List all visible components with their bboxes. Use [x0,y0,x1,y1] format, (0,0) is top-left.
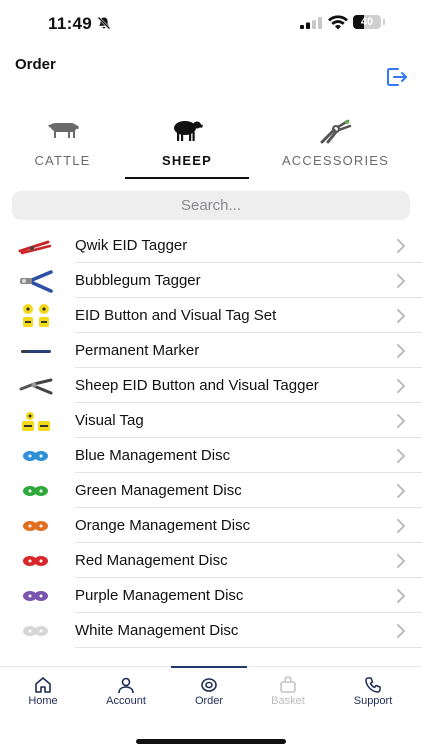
active-nav-indicator [171,666,247,668]
status-time: 11:49 [48,14,93,33]
active-tab-indicator [125,177,249,179]
product-name: Bubblegum Tagger [75,272,201,289]
cow-icon [47,123,79,138]
nav-order[interactable]: Order [169,676,249,716]
yellow-visual-tag-icon [22,412,50,431]
chevron-right-icon [397,589,405,603]
list-item[interactable]: Visual Tag [0,403,422,438]
phone-icon [365,677,381,693]
product-name: Permanent Marker [75,342,200,359]
basket-icon [280,676,296,693]
blue-disc-icon [23,451,48,461]
order-icon [201,678,217,692]
chevron-right-icon [397,239,405,253]
chevron-right-icon [397,554,405,568]
battery-level: 40 [360,16,374,28]
marker-icon [21,350,51,353]
white-disc-icon [23,626,48,636]
nav-label: Account [106,695,146,707]
chevron-right-icon [397,414,405,428]
nav-label: Order [194,695,224,707]
list-item[interactable]: Blue Management Disc [0,438,422,473]
product-name: Blue Management Disc [75,447,231,464]
wifi-icon [328,15,348,30]
home-indicator [136,739,286,744]
list-item[interactable]: Red Management Disc [0,543,422,578]
list-item[interactable]: Qwik EID Tagger [0,228,422,263]
product-name: White Management Disc [75,622,239,639]
product-name: Purple Management Disc [75,587,244,604]
tab-label: CATTLE [34,153,91,168]
nav-label: Support [353,695,393,707]
nav-support[interactable]: Support [333,676,413,716]
nav-account[interactable]: Account [86,676,166,716]
nav-label: Basket [271,695,305,707]
list-item[interactable]: Sheep EID Button and Visual Tagger [0,368,422,403]
home-icon [35,677,51,693]
chevron-right-icon [397,379,405,393]
chevron-right-icon [397,309,405,323]
yellow-tag-set-icon [23,304,49,327]
battery-indicator: 40 [353,15,381,29]
red-tagger-icon [18,240,52,255]
product-name: Red Management Disc [75,552,228,569]
status-bar: 11:49 40 [0,0,422,44]
product-name: Sheep EID Button and Visual Tagger [75,377,319,394]
nav-home[interactable]: Home [3,676,83,716]
product-name: Orange Management Disc [75,517,251,534]
list-item[interactable]: Orange Management Disc [0,508,422,543]
sheep-icon [174,121,203,141]
red-disc-icon [23,556,48,566]
nav-label: Home [28,695,58,707]
blue-tagger-icon [20,270,53,293]
chevron-right-icon [397,484,405,498]
list-item[interactable]: White Management Disc [0,613,422,648]
green-disc-icon [23,486,48,496]
chevron-right-icon [397,519,405,533]
nav-basket[interactable]: Basket [248,676,328,716]
orange-disc-icon [23,521,48,531]
list-item[interactable]: EID Button and Visual Tag Set [0,298,422,333]
tab-sheep[interactable]: SHEEP [125,112,249,180]
list-item[interactable]: Permanent Marker [0,333,422,368]
product-name: EID Button and Visual Tag Set [75,307,277,324]
bell-muted-icon [97,16,111,30]
product-name: Visual Tag [75,412,144,429]
chevron-right-icon [397,624,405,638]
tab-label: SHEEP [161,153,213,168]
tab-accessories[interactable]: ACCESSORIES [249,112,422,180]
pliers-icon [320,119,351,144]
purple-disc-icon [23,591,48,601]
battery-cap [383,19,385,25]
tab-label: ACCESSORIES [281,153,390,168]
logout-icon[interactable] [385,66,409,88]
product-name: Qwik EID Tagger [75,237,188,254]
tab-cattle[interactable]: CATTLE [0,112,125,180]
account-icon [118,677,134,694]
category-tabs: CATTLE SHEEP ACCESSORIES [0,112,422,182]
page-title: Order [15,56,56,73]
chevron-right-icon [397,274,405,288]
product-name: Green Management Disc [75,482,242,499]
list-item[interactable]: Green Management Disc [0,473,422,508]
chevron-right-icon [397,344,405,358]
list-item[interactable]: Purple Management Disc [0,578,422,613]
chevron-right-icon [397,449,405,463]
cellular-signal-icon [300,17,322,29]
grey-tagger-icon [19,378,53,395]
row-divider [75,647,422,648]
search-input[interactable]: Search... [12,191,410,220]
list-item[interactable]: Bubblegum Tagger [0,263,422,298]
